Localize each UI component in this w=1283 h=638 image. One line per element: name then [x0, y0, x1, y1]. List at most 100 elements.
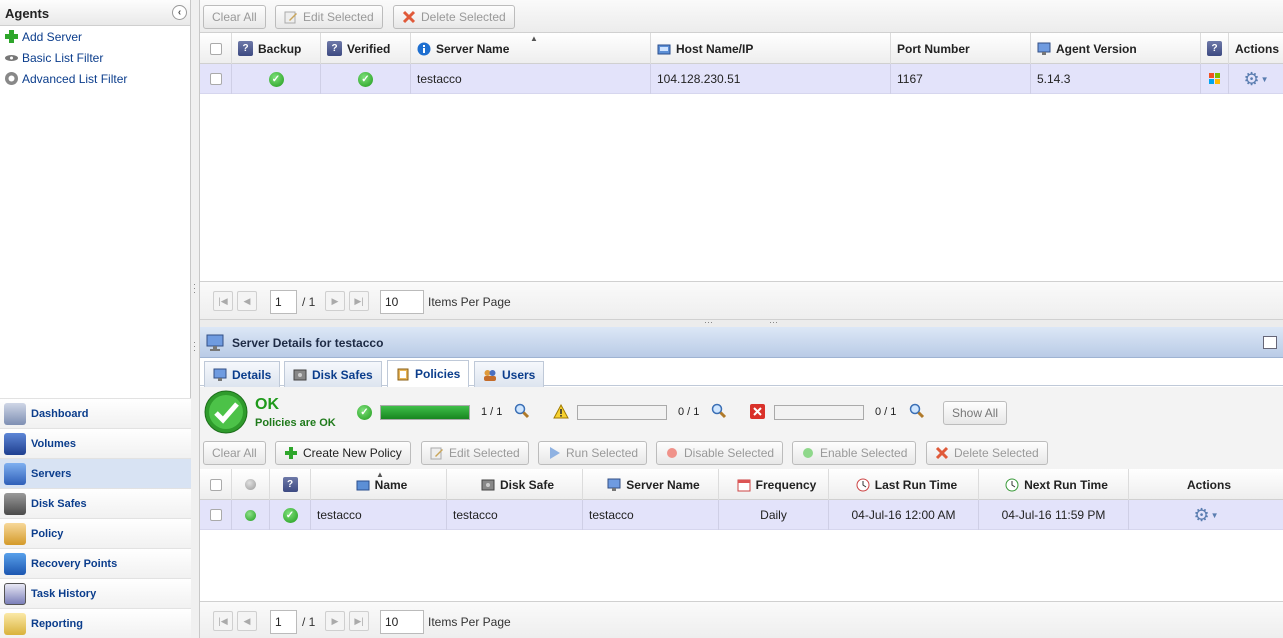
maximize-icon[interactable] — [1263, 336, 1277, 349]
tab-disk-safes[interactable]: Disk Safes — [284, 361, 382, 387]
disable-selected-button[interactable]: Disable Selected — [656, 441, 784, 465]
column-disk-safe[interactable]: Disk Safe — [447, 469, 583, 500]
row-checkbox[interactable] — [200, 64, 232, 94]
policy-icon — [4, 522, 26, 545]
show-all-button[interactable]: Show All — [943, 401, 1008, 425]
agent-link-basic-filter[interactable]: Basic List Filter — [0, 47, 190, 68]
disk-safe-icon — [293, 368, 307, 382]
delete-selected-button[interactable]: Delete Selected — [393, 5, 515, 29]
select-all-checkbox[interactable] — [200, 469, 232, 500]
agent-link-advanced-filter[interactable]: Advanced List Filter — [0, 68, 190, 89]
column-label: Actions — [1235, 41, 1280, 56]
prev-page-button[interactable]: ◀ — [237, 291, 257, 311]
per-page-input[interactable]: 10 — [380, 610, 424, 634]
tab-details[interactable]: Details — [204, 361, 281, 387]
search-icon[interactable] — [514, 403, 530, 422]
table-row[interactable]: ✓ ✓ testacco 104.128.230.51 1167 5.14.3 … — [200, 64, 1283, 94]
nav-label: Disk Safes — [31, 497, 87, 510]
horizontal-splitter[interactable]: ··· ··· — [200, 317, 1283, 327]
edit-selected-button[interactable]: Edit Selected — [275, 5, 383, 29]
column-enabled[interactable] — [232, 469, 270, 500]
first-page-button[interactable]: |◀ — [213, 291, 233, 311]
clear-all-button[interactable]: Clear All — [203, 5, 266, 29]
help-icon: ? — [1207, 41, 1222, 56]
row-actions-gear-icon[interactable]: ⚙ ▼ — [1129, 500, 1283, 530]
prev-page-button[interactable]: ◀ — [237, 611, 257, 631]
column-frequency[interactable]: Frequency — [719, 469, 829, 500]
clear-all-button[interactable]: Clear All — [203, 441, 266, 465]
tab-label: Details — [232, 367, 272, 382]
table-row[interactable]: ✓ testacco testacco testacco Daily 04-Ju… — [200, 500, 1283, 530]
disk-safes-icon — [4, 492, 26, 515]
warning-icon — [553, 403, 569, 422]
create-new-policy-button[interactable]: Create New Policy — [275, 441, 411, 465]
last-page-button[interactable]: ▶| — [349, 611, 369, 631]
tab-policies[interactable]: Policies — [387, 360, 470, 387]
page-input[interactable]: 1 — [270, 290, 297, 314]
next-page-button[interactable]: ▶ — [325, 291, 345, 311]
server-icon — [206, 334, 224, 355]
agent-link-add-server[interactable]: Add Server — [0, 26, 190, 47]
column-host-name[interactable]: Host Name/IP — [651, 33, 891, 64]
verified-status: ✓ — [321, 64, 411, 94]
sort-asc-icon: ▲ — [530, 34, 538, 43]
per-page-input[interactable]: 10 — [380, 290, 424, 314]
column-port-number[interactable]: Port Number — [891, 33, 1031, 64]
column-server-name[interactable]: Server Name ▲ — [411, 33, 651, 64]
column-last-run[interactable]: Last Run Time — [829, 469, 979, 500]
error-progress-bar — [774, 405, 864, 420]
column-label: Host Name/IP — [676, 41, 754, 56]
enable-selected-button[interactable]: Enable Selected — [792, 441, 917, 465]
edit-selected-button[interactable]: Edit Selected — [421, 441, 529, 465]
nav-item-reporting[interactable]: Reporting — [0, 608, 191, 638]
column-verified[interactable]: ? Verified — [321, 33, 411, 64]
nav-item-volumes[interactable]: Volumes — [0, 428, 191, 458]
page-input[interactable]: 1 — [270, 610, 297, 634]
search-icon[interactable] — [909, 403, 925, 422]
column-agent-version[interactable]: Agent Version — [1031, 33, 1201, 64]
column-label: Name — [374, 477, 408, 492]
check-icon: ✓ — [358, 71, 373, 87]
column-next-run[interactable]: Next Run Time — [979, 469, 1129, 500]
column-name[interactable]: Name ▲ — [311, 469, 447, 500]
run-selected-button[interactable]: Run Selected — [538, 441, 648, 465]
column-status[interactable]: ? — [270, 469, 311, 500]
create-label: Create New Policy — [303, 446, 402, 460]
cell-host: 104.128.230.51 — [651, 64, 891, 94]
column-backup[interactable]: ? Backup — [232, 33, 321, 64]
delete-selected-button[interactable]: Delete Selected — [926, 441, 1048, 465]
nav-item-disk-safes[interactable]: Disk Safes — [0, 488, 191, 518]
row-checkbox[interactable] — [200, 500, 232, 530]
agents-panel: Agents ‹ Add Server Basic List Filter Ad… — [0, 0, 191, 638]
next-page-button[interactable]: ▶ — [325, 611, 345, 631]
nav-item-servers[interactable]: Servers — [0, 458, 191, 488]
help-icon: ? — [238, 41, 253, 56]
vertical-splitter[interactable]: · · · · · · — [191, 0, 200, 638]
cell-server-name: testacco — [411, 64, 651, 94]
nav-item-recovery-points[interactable]: Recovery Points — [0, 548, 191, 578]
main-area: Clear All Edit Selected Delete Selected … — [200, 0, 1283, 638]
search-icon[interactable] — [711, 403, 727, 422]
row-actions-gear-icon[interactable]: ⚙ ▼ — [1229, 64, 1283, 94]
select-all-checkbox[interactable] — [200, 33, 232, 64]
status-state: OK — [255, 396, 279, 413]
dashboard-icon — [4, 402, 26, 425]
info-icon — [417, 42, 431, 56]
first-page-button[interactable]: |◀ — [213, 611, 233, 631]
nav-item-policy[interactable]: Policy — [0, 518, 191, 548]
column-label: Server Name — [436, 41, 510, 56]
check-icon: ✓ — [268, 71, 284, 87]
collapse-panel-icon[interactable]: ‹ — [172, 5, 187, 20]
last-page-button[interactable]: ▶| — [349, 291, 369, 311]
column-os[interactable]: ? — [1201, 33, 1229, 64]
clock-icon — [856, 478, 870, 492]
cell-policy-name: testacco — [311, 500, 447, 530]
nav-item-dashboard[interactable]: Dashboard — [0, 398, 191, 428]
policy-name-icon — [356, 478, 370, 492]
task-history-icon — [4, 582, 26, 605]
tab-users[interactable]: Users — [474, 361, 545, 387]
nav-item-task-history[interactable]: Task History — [0, 578, 191, 608]
column-server-name[interactable]: Server Name — [583, 469, 719, 500]
check-icon: ✓ — [282, 507, 298, 523]
server-details-header: Server Details for testacco — [200, 327, 1283, 358]
